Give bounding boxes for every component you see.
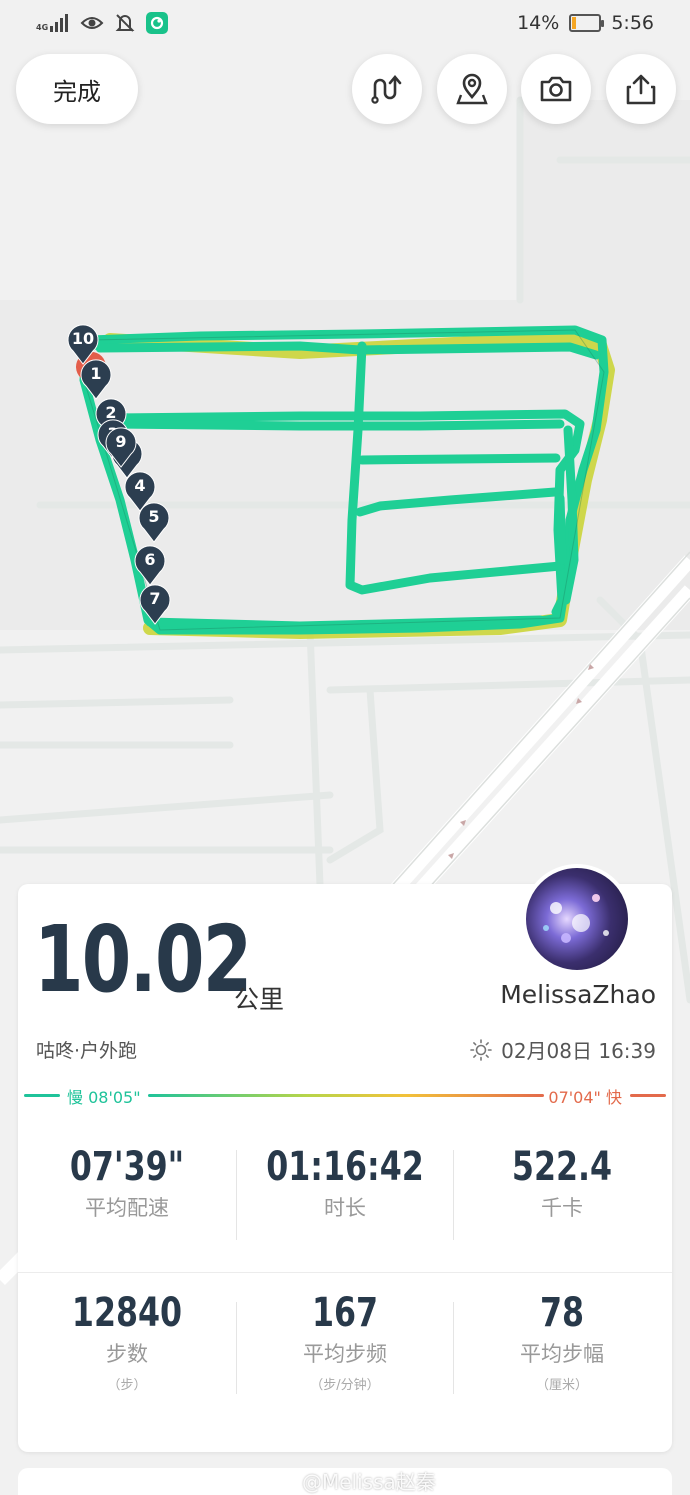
done-label: 完成 xyxy=(53,77,101,106)
divider xyxy=(236,1150,237,1240)
pace-legend: 慢 08'05" 07'04" 快 xyxy=(24,1084,666,1107)
clock: 5:56 xyxy=(611,12,654,34)
stat-steps: 12840 步数 （步） xyxy=(71,1290,183,1393)
km-marker-5[interactable]: 5 xyxy=(137,501,171,543)
stat-duration: 01:16:42 时长 xyxy=(266,1144,424,1220)
divider xyxy=(453,1302,454,1394)
stat-stride: 78 平均步幅 （厘米） xyxy=(520,1290,604,1393)
signal-icon: 4G xyxy=(36,14,70,32)
pace-gradient xyxy=(148,1094,544,1097)
pace-slow-line xyxy=(24,1094,60,1097)
battery-icon xyxy=(569,14,605,32)
divider xyxy=(453,1150,454,1240)
username[interactable]: MelissaZhao xyxy=(500,980,656,1009)
battery-percent: 14% xyxy=(517,12,560,34)
watermark: @Melissa赵秦 xyxy=(276,1466,436,1495)
route-toggle-icon xyxy=(371,74,402,104)
route-toggle-button[interactable] xyxy=(352,54,422,124)
camera-icon xyxy=(540,76,572,102)
km-marker-1[interactable]: 1 xyxy=(79,358,113,400)
distance-unit: 公里 xyxy=(234,985,285,1014)
summary-card: 10.02 公里 MelissaZhao 咕咚·户外跑 02月08日 16:39… xyxy=(18,864,672,1452)
done-button[interactable]: 完成 xyxy=(16,54,138,124)
sun-icon xyxy=(470,1038,492,1061)
bell-off-icon xyxy=(115,14,135,32)
divider xyxy=(236,1302,237,1394)
stat-avg-pace: 07'39" 平均配速 xyxy=(69,1144,185,1220)
avatar[interactable] xyxy=(522,864,632,974)
distance-value: 10.02 xyxy=(34,906,252,1013)
weibo-icon xyxy=(276,1475,296,1490)
date-time-text: 02月08日 16:39 xyxy=(501,1039,656,1063)
camera-button[interactable] xyxy=(521,54,591,124)
location-button[interactable] xyxy=(437,54,507,124)
km-marker-6[interactable]: 6 xyxy=(133,544,167,586)
share-icon xyxy=(626,74,656,105)
stat-cadence: 167 平均步频 （步/分钟） xyxy=(303,1290,387,1393)
pace-slow-label: 慢 08'05" xyxy=(67,1088,141,1107)
battery-fill xyxy=(572,17,577,29)
date-time: 02月08日 16:39 xyxy=(469,1035,656,1064)
app-badge-icon xyxy=(146,12,169,34)
km-marker-9[interactable]: 9 xyxy=(104,426,138,468)
location-pin-icon xyxy=(456,73,488,105)
share-button[interactable] xyxy=(606,54,676,124)
km-marker-7[interactable]: 7 xyxy=(138,583,172,625)
pace-fast-label: 07'04" 快 xyxy=(548,1088,622,1107)
pace-fast-line xyxy=(630,1094,666,1097)
eye-icon xyxy=(80,17,104,29)
sport-type: 咕咚·户外跑 xyxy=(36,1040,138,1062)
row-divider xyxy=(18,1272,672,1273)
stat-calories: 522.4 千卡 xyxy=(511,1144,613,1220)
status-bar: 4G 14% 5:56 xyxy=(0,0,690,48)
